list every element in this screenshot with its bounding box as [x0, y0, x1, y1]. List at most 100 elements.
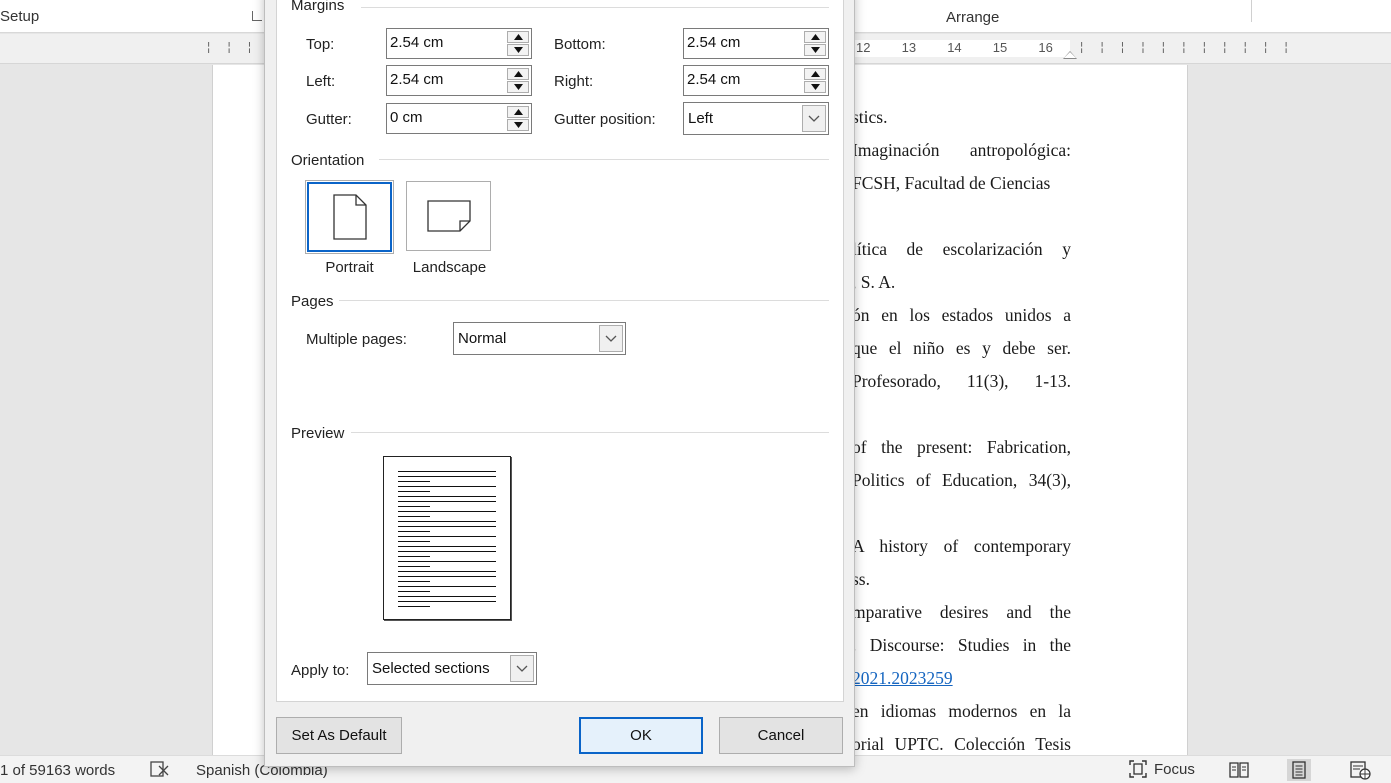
document-line[interactable]: [852, 497, 1071, 530]
ribbon-group-arrange-label: Arrange: [946, 9, 1000, 26]
focus-button[interactable]: Focus: [1128, 759, 1195, 779]
ruler-number: 12: [856, 40, 871, 55]
gutter-position-select[interactable]: Left: [683, 102, 829, 135]
apply-to-select[interactable]: Selected sections: [367, 652, 537, 685]
spin-down-icon[interactable]: [804, 81, 826, 93]
chevron-down-icon[interactable]: [599, 325, 623, 352]
bottom-margin-spinner[interactable]: 2.54 cm: [683, 28, 829, 59]
document-line[interactable]: lítica de escolarización y: [852, 233, 1071, 266]
bottom-margin-value[interactable]: 2.54 cm: [687, 34, 740, 51]
document-line[interactable]: 2021.2023259: [852, 662, 1071, 695]
preview-line: [398, 476, 496, 477]
document-line[interactable]: . Discourse: Studies in the: [852, 629, 1071, 662]
spin-down-icon[interactable]: [507, 119, 529, 131]
preview-line: [398, 501, 496, 502]
ok-button[interactable]: OK: [579, 717, 703, 754]
preview-line: [398, 536, 496, 537]
gutter-position-value: Left: [688, 110, 714, 127]
ribbon-separator: [1251, 0, 1252, 22]
document-line[interactable]: mparative desires and the: [852, 596, 1071, 629]
portrait-label[interactable]: Portrait: [307, 259, 392, 276]
preview-line: [398, 531, 430, 532]
document-line[interactable]: [852, 200, 1071, 233]
page-setup-dialog: Margins Top: 2.54 cm Bottom: 2.54 cm Lef…: [264, 0, 855, 767]
portrait-page-icon: [332, 194, 367, 240]
left-margin-value[interactable]: 2.54 cm: [390, 71, 443, 88]
preview-line: [398, 591, 430, 592]
preview-line: [398, 526, 496, 527]
landscape-label[interactable]: Landscape: [406, 259, 493, 276]
left-margin-spinner[interactable]: 2.54 cm: [386, 65, 532, 96]
spin-up-icon[interactable]: [804, 68, 826, 80]
preview-line: [398, 541, 430, 542]
preview-page-thumbnail: [383, 456, 511, 620]
document-line[interactable]: ss.: [852, 563, 1071, 596]
landscape-option[interactable]: [406, 181, 491, 251]
preview-line: [398, 561, 496, 562]
right-margin-spinner[interactable]: 2.54 cm: [683, 65, 829, 96]
document-line[interactable]: of the present: Fabrication,: [852, 431, 1071, 464]
portrait-option[interactable]: [305, 180, 394, 254]
chevron-down-icon[interactable]: [802, 105, 826, 132]
web-layout-icon[interactable]: [1348, 759, 1372, 781]
preview-line: [398, 491, 430, 492]
document-line[interactable]: [852, 398, 1071, 431]
ribbon-group-setup-label: Setup: [0, 8, 40, 25]
gutter-value[interactable]: 0 cm: [390, 109, 423, 126]
preview-group-title: Preview: [291, 425, 345, 442]
apply-to-value: Selected sections: [372, 660, 490, 677]
orientation-group-title: Orientation: [291, 152, 365, 169]
read-mode-icon[interactable]: [1227, 759, 1251, 781]
set-as-default-button[interactable]: Set As Default: [276, 717, 402, 754]
preview-group-divider: [351, 432, 829, 433]
preview-line: [398, 486, 496, 487]
proofing-icon[interactable]: [150, 760, 170, 778]
preview-line: [398, 566, 430, 567]
document-line[interactable]: FCSH, Facultad de Ciencias: [852, 167, 1071, 200]
preview-line: [398, 601, 496, 602]
document-line[interactable]: ón en los estados unidos a: [852, 299, 1071, 332]
preview-line: [398, 606, 430, 607]
gutter-spinner[interactable]: 0 cm: [386, 103, 532, 134]
preview-line: [398, 551, 496, 552]
top-margin-value[interactable]: 2.54 cm: [390, 34, 443, 51]
top-margin-label: Top:: [306, 36, 335, 53]
document-line[interactable]: en idiomas modernos en la: [852, 695, 1071, 728]
right-indent-marker-icon[interactable]: [1063, 51, 1077, 59]
document-line[interactable]: Politics of Education, 34(3),: [852, 464, 1071, 497]
document-line[interactable]: que el niño es y debe ser.: [852, 332, 1071, 365]
document-line[interactable]: A history of contemporary: [852, 530, 1071, 563]
cancel-button[interactable]: Cancel: [719, 717, 843, 754]
word-count[interactable]: 1 of 59163 words: [0, 762, 115, 779]
top-margin-spinner[interactable]: 2.54 cm: [386, 28, 532, 59]
right-margin-label: Right:: [554, 73, 594, 90]
spin-down-icon[interactable]: [804, 44, 826, 56]
ruler-number: 15: [992, 40, 1008, 55]
spin-up-icon[interactable]: [804, 31, 826, 43]
margins-tab-panel: Margins Top: 2.54 cm Bottom: 2.54 cm Lef…: [276, 0, 844, 702]
preview-line: [398, 556, 430, 557]
preview-line: [398, 516, 430, 517]
spin-down-icon[interactable]: [507, 44, 529, 56]
spin-down-icon[interactable]: [507, 81, 529, 93]
print-layout-button[interactable]: [1287, 759, 1311, 781]
document-line[interactable]: stics.: [852, 101, 1071, 134]
dialog-launcher-icon[interactable]: [252, 11, 262, 21]
chevron-down-icon[interactable]: [510, 655, 534, 682]
spin-up-icon[interactable]: [507, 106, 529, 118]
document-text[interactable]: stics. Imaginación antropológica: FCSH, Fa…: [852, 101, 1071, 761]
document-line[interactable]: Profesorado, 11(3), 1-13.: [852, 365, 1071, 398]
spin-up-icon[interactable]: [507, 68, 529, 80]
apply-to-label: Apply to:: [291, 662, 350, 679]
landscape-page-icon: [426, 200, 471, 232]
pages-group-title: Pages: [291, 293, 334, 310]
document-line[interactable]: Imaginación antropológica:: [852, 134, 1071, 167]
spin-up-icon[interactable]: [507, 31, 529, 43]
document-line[interactable]: , S. A.: [852, 266, 1071, 299]
right-margin-value[interactable]: 2.54 cm: [687, 71, 740, 88]
multiple-pages-label: Multiple pages:: [306, 331, 407, 348]
ruler-number: 13: [901, 40, 917, 55]
orientation-group-divider: [379, 159, 829, 160]
left-margin-label: Left:: [306, 73, 336, 90]
multiple-pages-select[interactable]: Normal: [453, 322, 626, 355]
